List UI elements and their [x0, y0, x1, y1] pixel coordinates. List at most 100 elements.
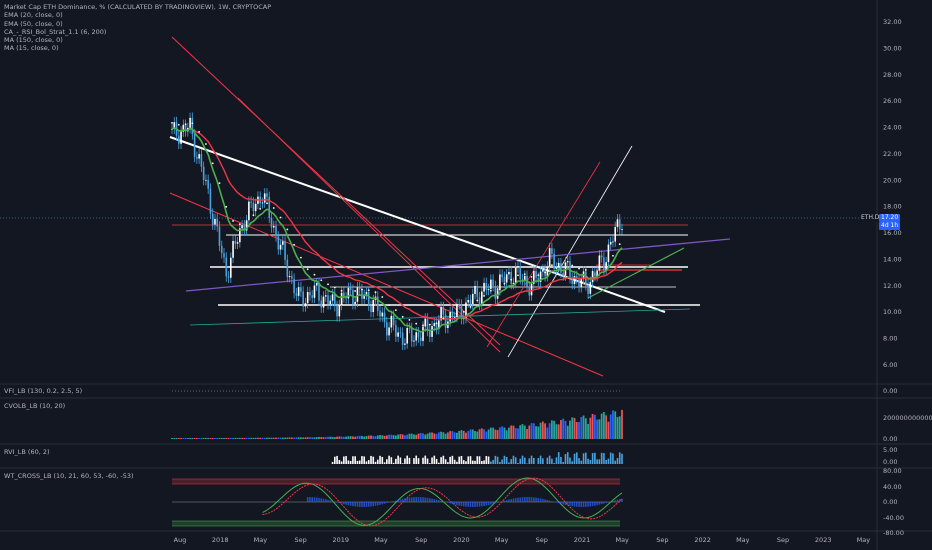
- rvi-bar: [519, 458, 522, 464]
- wt-bar: [322, 498, 325, 502]
- rvi-bar: [589, 459, 592, 464]
- rvi-bar: [591, 453, 594, 464]
- rvi-bar: [480, 461, 483, 464]
- rvi-bar: [331, 461, 334, 464]
- wt-bar: [603, 502, 605, 504]
- cvolb-bar: [413, 434, 415, 439]
- wt-bar: [512, 498, 515, 502]
- candle-body: [517, 266, 519, 268]
- cvolb-bar: [202, 437, 205, 439]
- time-tick-label: May: [254, 536, 268, 544]
- strategy-dot: [205, 143, 207, 145]
- legend-ma150[interactable]: MA (150, close, 0): [4, 36, 271, 44]
- legend-ma15[interactable]: MA (15, close, 0): [4, 44, 271, 52]
- candle-body: [390, 315, 393, 328]
- cvolb-bar: [519, 425, 522, 439]
- legend-rsi-bol[interactable]: CA_-_RSI_Bol_Strat_1.1 (6, 200): [4, 28, 271, 36]
- rvi-bar: [465, 461, 467, 464]
- cvolb-bar: [539, 422, 542, 439]
- cvolb-bar: [510, 425, 513, 439]
- rvi-bar: [537, 458, 540, 464]
- cvolb-label[interactable]: CVOLB_LB (10, 20): [4, 402, 65, 410]
- rvi-bar: [456, 461, 458, 464]
- rvi-bar: [487, 456, 490, 464]
- candle-body: [277, 236, 280, 250]
- rvi-bar: [467, 456, 470, 464]
- candle-body: [566, 261, 569, 263]
- candle-body: [589, 282, 592, 294]
- strategy-dot: [340, 289, 343, 292]
- chart-canvas[interactable]: 32.00 30.00 28.00 26.00 24.00 22.00 20.00 18.00…: [0, 0, 932, 550]
- cvolb-bar: [385, 435, 388, 439]
- trendline-teal[interactable]: [189, 308, 691, 326]
- time-tick-label: 2018: [212, 536, 229, 544]
- candle-body: [392, 315, 395, 326]
- candle-body: [386, 322, 388, 336]
- candle-body: [370, 305, 372, 313]
- time-tick-label: May: [374, 536, 388, 544]
- candle-body: [422, 326, 424, 341]
- cvolb-bar: [442, 432, 445, 439]
- candle-body: [594, 272, 596, 277]
- cvolb-bar: [383, 435, 386, 439]
- candle-body: [241, 225, 243, 229]
- vfi-label[interactable]: VFI_LB (130, 0.2, 2.5, 5): [4, 387, 82, 395]
- rvi-bar: [374, 461, 377, 464]
- rvi-bar: [508, 462, 510, 464]
- wt-bar: [372, 502, 375, 507]
- trendline-white-ascending[interactable]: [507, 145, 633, 358]
- time-axis[interactable]: Aug 2018 May Sep 2019 May Sep 2020 May Sep 2021 May…: [174, 536, 871, 544]
- price-axis[interactable]: 32.00 30.00 28.00 26.00 24.00 22.00 20.00 18.00…: [883, 18, 902, 369]
- price-tick-label: 8.00: [883, 335, 897, 343]
- time-tick-label: 2021: [574, 536, 591, 544]
- rvi-bar: [413, 458, 415, 464]
- wt-bar: [306, 497, 309, 502]
- wt-bar: [438, 500, 440, 502]
- rvi-bar: [343, 456, 345, 464]
- strategy-dot: [272, 207, 275, 209]
- strategy-dot: [333, 286, 336, 289]
- rvi-bar: [596, 459, 598, 464]
- cvolb-bar: [189, 437, 191, 439]
- cvolb-bar: [279, 437, 282, 439]
- rvi-bar: [347, 460, 350, 464]
- wt-bar: [537, 497, 540, 502]
- wt-bar: [311, 497, 314, 502]
- candle-body: [417, 332, 420, 338]
- strategy-dot: [469, 305, 472, 308]
- price-tick-label: 22.00: [883, 150, 902, 158]
- cvolb-bar: [390, 434, 393, 439]
- wt-bar: [460, 502, 463, 507]
- candle-body: [406, 327, 408, 344]
- legend-ema50[interactable]: EMA (50, close, 0): [4, 20, 271, 28]
- wt-label[interactable]: WT_CROSS_LB (10, 21, 60, 53, -60, -53): [4, 472, 134, 480]
- rvi-bar: [471, 460, 474, 464]
- cvolb-bar: [451, 431, 454, 439]
- wt-bar: [435, 499, 438, 502]
- rvi-bar: [392, 462, 395, 464]
- chart-legend[interactable]: Market Cap ETH Dominance, % (CALCULATED …: [4, 3, 271, 53]
- wt-bar: [517, 497, 519, 502]
- cvolb-bar: [200, 437, 203, 439]
- legend-ema20[interactable]: EMA (20, close, 0): [4, 11, 271, 19]
- trendline-red-descending[interactable]: [171, 36, 501, 346]
- strategy-dot: [327, 283, 329, 286]
- rvi-bar: [390, 457, 393, 464]
- strategy-dot: [591, 270, 594, 273]
- strategy-dot: [401, 315, 404, 318]
- cvolb-bar: [263, 437, 266, 439]
- candle-body: [476, 285, 479, 298]
- rvi-bar: [553, 463, 555, 464]
- rvi-label[interactable]: RVI_LB (60, 2): [4, 448, 50, 456]
- rvi-bar: [548, 455, 551, 464]
- candle-body: [331, 294, 334, 301]
- cvolb-bar: [535, 426, 537, 439]
- pane-tick-label: -80.00: [883, 529, 904, 537]
- cvolb-bar: [207, 437, 210, 439]
- rvi-bar: [614, 460, 617, 464]
- candle-body: [433, 323, 436, 327]
- cvolb-bar: [596, 419, 599, 439]
- candle-body: [272, 225, 275, 228]
- cvolb-bar: [293, 437, 296, 439]
- wt-bar: [449, 502, 451, 504]
